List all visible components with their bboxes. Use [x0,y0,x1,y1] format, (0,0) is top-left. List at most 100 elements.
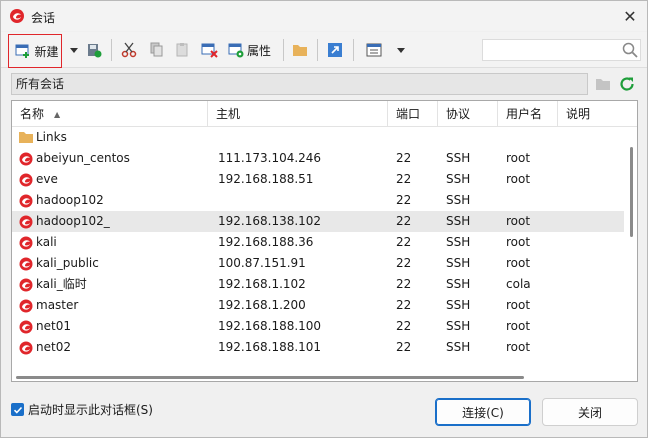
column-header-host[interactable]: 主机 [208,101,388,127]
toolbar-separator [283,39,284,61]
session-host: 100.87.151.91 [218,256,306,270]
column-header-label: 协议 [446,107,471,121]
session-host: 192.168.138.102 [218,214,322,228]
search-box [482,39,641,61]
connect-button[interactable]: 连接(C) [435,398,531,426]
table-row[interactable]: hadoop102_ 192.168.138.102 22 SSH root [12,211,624,232]
table-row[interactable]: Links [12,127,624,148]
session-name: eve [36,172,58,186]
chevron-down-icon [397,47,405,53]
session-username [506,127,560,148]
table-row[interactable]: abeiyun_centos 111.173.104.246 22 SSH root [12,148,624,169]
column-header-description[interactable]: 说明 [558,101,618,127]
checkmark-icon [13,406,22,414]
session-name-cell: abeiyun_centos [18,148,208,169]
show-on-startup-checkbox[interactable] [11,403,24,416]
properties-button[interactable]: 属性 [228,38,276,62]
refresh-icon[interactable] [618,75,636,96]
table-row[interactable]: net02 192.168.188.101 22 SSH root [12,337,624,358]
session-protocol: SSH [446,172,471,186]
new-session-icon [15,44,30,58]
view-dropdown-arrow[interactable] [394,38,408,62]
app-logo-icon [9,8,25,24]
table-row[interactable]: master 192.168.1.200 22 SSH root [12,295,624,316]
session-icon [18,277,34,293]
scrollbar-thumb[interactable] [16,376,524,379]
table-row[interactable]: kali_public 100.87.151.91 22 SSH root [12,253,624,274]
session-username: root [506,235,531,249]
session-icon [18,340,34,356]
column-header-label: 主机 [216,107,241,121]
session-protocol: SSH [446,235,471,249]
search-icon[interactable] [622,42,638,61]
session-path-bar: 所有会话 [11,73,588,95]
session-name: net02 [36,340,71,354]
toolbar: 新建 属性 [1,32,647,68]
column-header-username[interactable]: 用户名 [498,101,558,127]
title-bar: 会话 ✕ [1,1,647,31]
session-username [506,190,560,211]
view-mode-button[interactable] [363,38,385,62]
new-dropdown-arrow[interactable] [67,38,81,62]
chevron-down-icon [70,47,78,53]
properties-icon [228,43,244,58]
save-icon [88,44,102,58]
session-icon [18,256,34,272]
create-shortcut-button[interactable] [325,38,345,62]
delete-button[interactable] [199,38,221,62]
column-header-label: 用户名 [506,107,543,121]
session-protocol: SSH [446,193,471,207]
table-row[interactable]: kali_临时 192.168.1.102 22 SSH cola [12,274,624,295]
parent-folder-icon[interactable] [595,77,611,94]
session-host: 192.168.188.36 [218,235,314,249]
table-row[interactable]: eve 192.168.188.51 22 SSH root [12,169,624,190]
session-port: 22 [396,256,412,270]
window-title: 会话 [31,11,56,25]
toolbar-separator [353,39,354,61]
session-port: 22 [396,214,412,228]
session-protocol: SSH [446,214,471,228]
paste-button[interactable] [172,38,192,62]
close-button[interactable]: 关闭 [542,398,638,426]
session-username: root [506,172,531,186]
table-row[interactable]: kali 192.168.188.36 22 SSH root [12,232,624,253]
scrollbar-thumb[interactable] [630,147,633,237]
folder-icon [293,45,307,56]
session-username: root [506,256,531,270]
session-name-cell: eve [18,169,208,190]
paste-icon [176,43,188,57]
session-icon [18,193,34,209]
column-header-label: 端口 [396,107,421,121]
session-name: abeiyun_centos [36,151,130,165]
table-row[interactable]: hadoop102 22 SSH [12,190,624,211]
horizontal-scrollbar[interactable] [12,373,637,381]
copy-button[interactable] [146,38,166,62]
save-session-button[interactable] [84,38,104,62]
cut-button[interactable] [119,38,139,62]
session-name: hadoop102_ [36,214,110,228]
session-host: 192.168.188.51 [218,172,314,186]
new-session-button[interactable]: 新建 [8,34,62,68]
session-host: 111.173.104.246 [218,151,322,165]
search-input[interactable] [487,42,617,58]
delete-icon [201,43,218,58]
column-header-protocol[interactable]: 协议 [438,101,498,127]
table-row[interactable]: net01 192.168.188.100 22 SSH root [12,316,624,337]
vertical-scrollbar[interactable] [625,127,637,381]
column-header-name[interactable]: 名称 ▲ [12,101,208,127]
session-host [218,190,388,211]
session-list: 名称 ▲ 主机 端口 协议 用户名 说明 Links abeiyun_centos 1… [11,100,638,382]
close-window-button[interactable]: ✕ [619,5,641,27]
session-name: kali_临时 [36,277,87,291]
session-username: root [506,298,531,312]
session-host [218,127,388,148]
new-folder-button[interactable] [290,38,310,62]
session-username: root [506,340,531,354]
column-header-port[interactable]: 端口 [388,101,438,127]
session-name: net01 [36,319,71,333]
session-port: 22 [396,151,412,165]
session-port: 22 [396,340,412,354]
session-name-cell: hadoop102 [18,190,208,211]
show-on-startup-option[interactable]: 启动时显示此对话框(S) [11,401,153,418]
session-protocol: SSH [446,256,471,270]
